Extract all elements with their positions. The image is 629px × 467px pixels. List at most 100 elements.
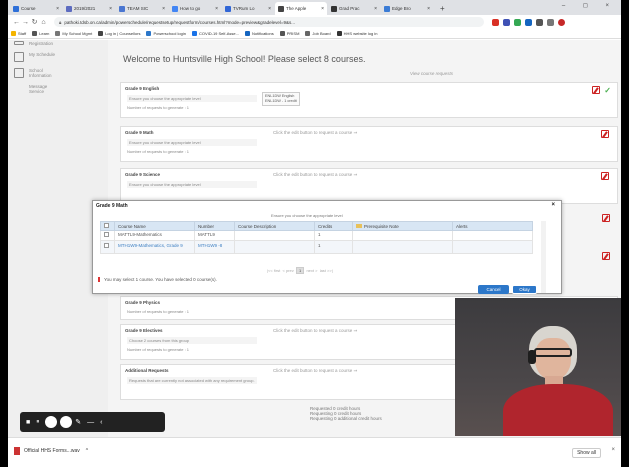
cancel-button[interactable]: Cancel bbox=[478, 285, 509, 294]
pager-first[interactable]: |<< first bbox=[267, 268, 280, 273]
bookmark-item[interactable]: PRISM bbox=[279, 31, 299, 36]
window-controls[interactable]: – ◻ × bbox=[562, 2, 617, 9]
dialog-title: Grade 9 Math bbox=[96, 203, 128, 209]
pager-prev[interactable]: < prev bbox=[283, 268, 294, 273]
course-group-title: Grade 9 Math bbox=[125, 130, 154, 135]
new-tab-button[interactable]: + bbox=[434, 2, 451, 15]
tab-close-icon[interactable]: × bbox=[374, 6, 377, 12]
close-icon[interactable]: × bbox=[611, 447, 615, 453]
extension-icon[interactable] bbox=[514, 18, 521, 26]
headset-icon bbox=[528, 350, 536, 364]
calendar-icon bbox=[14, 52, 24, 62]
edit-button[interactable] bbox=[602, 214, 610, 222]
sidebar-item-school-information[interactable]: School Information bbox=[8, 65, 108, 81]
tab-close-icon[interactable]: × bbox=[215, 6, 218, 12]
sidebar-item-message-service[interactable]: Message Service bbox=[8, 81, 108, 97]
extension-icon[interactable] bbox=[503, 18, 510, 26]
pager-next[interactable]: next > bbox=[306, 268, 317, 273]
column-header[interactable]: Number bbox=[194, 221, 235, 231]
extension-icons bbox=[492, 18, 569, 26]
download-bar: Official HHS Forms...wav ^ Show all × bbox=[8, 437, 621, 467]
bookmark-item[interactable]: Learn bbox=[32, 31, 49, 36]
bookmark-favicon-icon bbox=[98, 31, 104, 36]
pen-icon[interactable]: ✎ bbox=[75, 418, 81, 426]
address-bar[interactable]: 🔒︎ pathoki.tdsb.on.ca/admin/powerschedul… bbox=[54, 17, 484, 27]
extension-icon[interactable] bbox=[492, 18, 499, 26]
bookmark-favicon-icon bbox=[336, 31, 342, 36]
edit-button[interactable] bbox=[601, 130, 609, 138]
course-group-hint: Choose 2 courses from this group bbox=[127, 337, 257, 344]
pager-current[interactable]: 1 bbox=[295, 267, 305, 274]
browser-tab[interactable]: TEAM SIC × bbox=[116, 2, 168, 15]
dialog-scrollbar[interactable] bbox=[541, 221, 546, 293]
extension-icon[interactable] bbox=[536, 18, 543, 26]
forward-arrow-icon[interactable]: → bbox=[21, 19, 30, 26]
column-header[interactable]: Prerequisite Note bbox=[352, 221, 453, 231]
table-row[interactable]: MTH1W9-Mathematics, Grade 9 MTH1W9 -8 1 bbox=[100, 239, 533, 254]
credits-cell: 1 bbox=[314, 230, 353, 241]
registration-icon bbox=[14, 41, 24, 45]
edit-button[interactable] bbox=[601, 172, 609, 180]
extension-icon[interactable] bbox=[525, 18, 532, 26]
sidebar-item-registration[interactable]: Registration bbox=[8, 40, 108, 49]
course-group-requests: Number of requests to generate : 1 bbox=[127, 105, 190, 110]
course-name-cell: MATTL9-Mathematics bbox=[114, 230, 195, 241]
bookmark-item[interactable]: Staff bbox=[11, 31, 26, 36]
tab-close-icon[interactable]: × bbox=[268, 6, 271, 12]
course-group-hint: Ensure you choose the appropriate level bbox=[127, 181, 257, 188]
column-header[interactable]: Alerts bbox=[452, 221, 533, 231]
bookmark-item[interactable]: Notifications bbox=[244, 31, 274, 36]
browser-tab[interactable]: TVRum Lo × bbox=[222, 2, 274, 15]
okay-button[interactable]: Okay bbox=[512, 285, 537, 294]
profile-icon[interactable] bbox=[558, 18, 565, 26]
download-item[interactable]: Official HHS Forms...wav ^ bbox=[14, 447, 88, 455]
stop-icon[interactable]: ■ bbox=[26, 419, 30, 426]
tab-close-icon[interactable]: × bbox=[427, 6, 430, 12]
webcam-toggle-icon[interactable] bbox=[45, 416, 58, 428]
back-arrow-icon[interactable]: ← bbox=[12, 19, 21, 26]
bookmark-item[interactable]: HHS website log in bbox=[336, 31, 377, 36]
folder-icon bbox=[356, 224, 362, 229]
screen-toggle-icon[interactable] bbox=[60, 416, 73, 428]
tab-favicon-icon bbox=[225, 5, 231, 12]
tab-close-icon[interactable]: × bbox=[162, 6, 165, 12]
home-icon[interactable]: ⌂ bbox=[39, 19, 48, 26]
pager-last[interactable]: last >>| bbox=[320, 268, 333, 273]
browser-tab[interactable]: Edge Bro × bbox=[381, 2, 433, 15]
pagination: |<< first < prev 1 next > last >>| bbox=[267, 267, 333, 274]
tab-close-icon[interactable]: × bbox=[321, 6, 324, 12]
bookmark-item[interactable]: COVID-19 Self-Asse... bbox=[191, 31, 239, 36]
tab-close-icon[interactable]: × bbox=[56, 6, 59, 12]
sidebar-item-my-schedule[interactable]: My Schedule bbox=[8, 49, 108, 65]
bookmark-item[interactable]: Log in | Counsellors bbox=[98, 31, 140, 36]
minus-icon[interactable]: — bbox=[87, 419, 94, 426]
bookmark-item[interactable]: Powerschool login bbox=[146, 31, 186, 36]
bookmark-item[interactable]: Job Board bbox=[305, 31, 331, 36]
extension-icon[interactable] bbox=[547, 18, 554, 26]
prerequisite-cell bbox=[352, 239, 453, 254]
reload-icon[interactable]: ↻ bbox=[30, 18, 39, 26]
close-icon[interactable]: × bbox=[551, 202, 555, 208]
chevron-up-icon[interactable]: ^ bbox=[86, 448, 88, 454]
browser-tab-active[interactable]: The Apple × bbox=[275, 2, 327, 15]
back-icon[interactable]: ‹ bbox=[100, 419, 102, 426]
column-header[interactable]: Course Name bbox=[114, 221, 195, 231]
browser-tab[interactable]: Course × bbox=[10, 2, 62, 15]
edit-button[interactable] bbox=[602, 252, 610, 260]
column-header[interactable]: Course Description bbox=[234, 221, 315, 231]
row-checkbox[interactable] bbox=[104, 232, 109, 237]
select-all-checkbox[interactable] bbox=[104, 223, 109, 228]
bookmark-item[interactable]: My School Mgmt bbox=[55, 31, 92, 36]
pause-icon[interactable]: ⏸ bbox=[36, 419, 39, 426]
view-requests-link[interactable]: View course requests bbox=[410, 71, 453, 76]
column-header[interactable]: Credits bbox=[314, 221, 353, 231]
tab-close-icon[interactable]: × bbox=[109, 6, 112, 12]
click-edit-prompt: Click the edit button to request a cours… bbox=[273, 172, 358, 177]
table-row[interactable]: MATTL9-Mathematics MATTL9 1 bbox=[100, 230, 533, 241]
row-checkbox[interactable] bbox=[104, 243, 109, 249]
edit-button[interactable] bbox=[592, 86, 600, 94]
browser-tab[interactable]: Grad Prac × bbox=[328, 2, 380, 15]
browser-tab[interactable]: How to go × bbox=[169, 2, 221, 15]
show-all-button[interactable]: Show all bbox=[572, 448, 601, 458]
browser-tab[interactable]: 2019/2021 × bbox=[63, 2, 115, 15]
